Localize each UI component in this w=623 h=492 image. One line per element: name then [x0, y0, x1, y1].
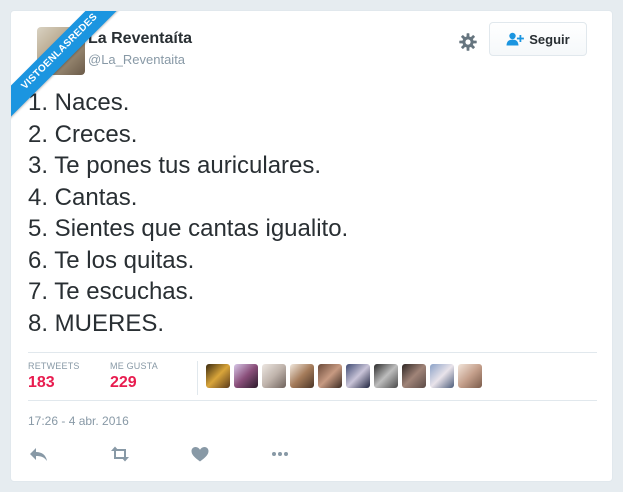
tweet-timestamp[interactable]: 17:26 - 4 abr. 2016: [28, 414, 129, 428]
likers-avatars: [206, 364, 482, 388]
tweet-line: 3. Te pones tus auriculares.: [28, 152, 322, 179]
gear-icon[interactable]: [458, 32, 478, 52]
follow-label: Seguir: [529, 31, 570, 47]
liker-avatar[interactable]: [262, 364, 286, 388]
likes-count[interactable]: 229: [110, 374, 137, 392]
liker-avatar[interactable]: [402, 364, 426, 388]
retweets-count[interactable]: 183: [28, 374, 55, 392]
retweets-label[interactable]: RETWEETS: [28, 361, 80, 371]
liker-avatar[interactable]: [290, 364, 314, 388]
tweet-line: 4. Cantas.: [28, 183, 138, 211]
likes-label[interactable]: ME GUSTA: [110, 361, 158, 371]
divider: [28, 352, 597, 353]
liker-avatar[interactable]: [346, 364, 370, 388]
watermark-ribbon: VISTOENLASREDES: [11, 11, 141, 141]
watermark-text: VISTOENLASREDES: [11, 11, 135, 127]
like-icon[interactable]: [189, 444, 211, 464]
add-user-icon: [506, 32, 525, 46]
retweet-icon[interactable]: [109, 444, 131, 464]
divider: [28, 400, 597, 401]
tweet-line: 6. Te los quitas.: [28, 246, 195, 274]
liker-avatar[interactable]: [234, 364, 258, 388]
reply-icon[interactable]: [28, 444, 50, 464]
liker-avatar[interactable]: [458, 364, 482, 388]
stat-separator: [197, 361, 198, 395]
tweet-card: VISTOENLASREDES La Reventaíta @La_Revent…: [10, 10, 613, 482]
liker-avatar[interactable]: [318, 364, 342, 388]
follow-button[interactable]: Seguir: [489, 22, 587, 56]
liker-avatar[interactable]: [374, 364, 398, 388]
more-icon[interactable]: [269, 444, 291, 464]
tweet-line: 8. MUERES.: [28, 309, 165, 337]
tweet-line: 7. Te escuchas.: [28, 278, 195, 305]
liker-avatar[interactable]: [430, 364, 454, 388]
liker-avatar[interactable]: [206, 364, 230, 388]
tweet-line: 5. Sientes que cantas igualito.: [28, 215, 349, 242]
